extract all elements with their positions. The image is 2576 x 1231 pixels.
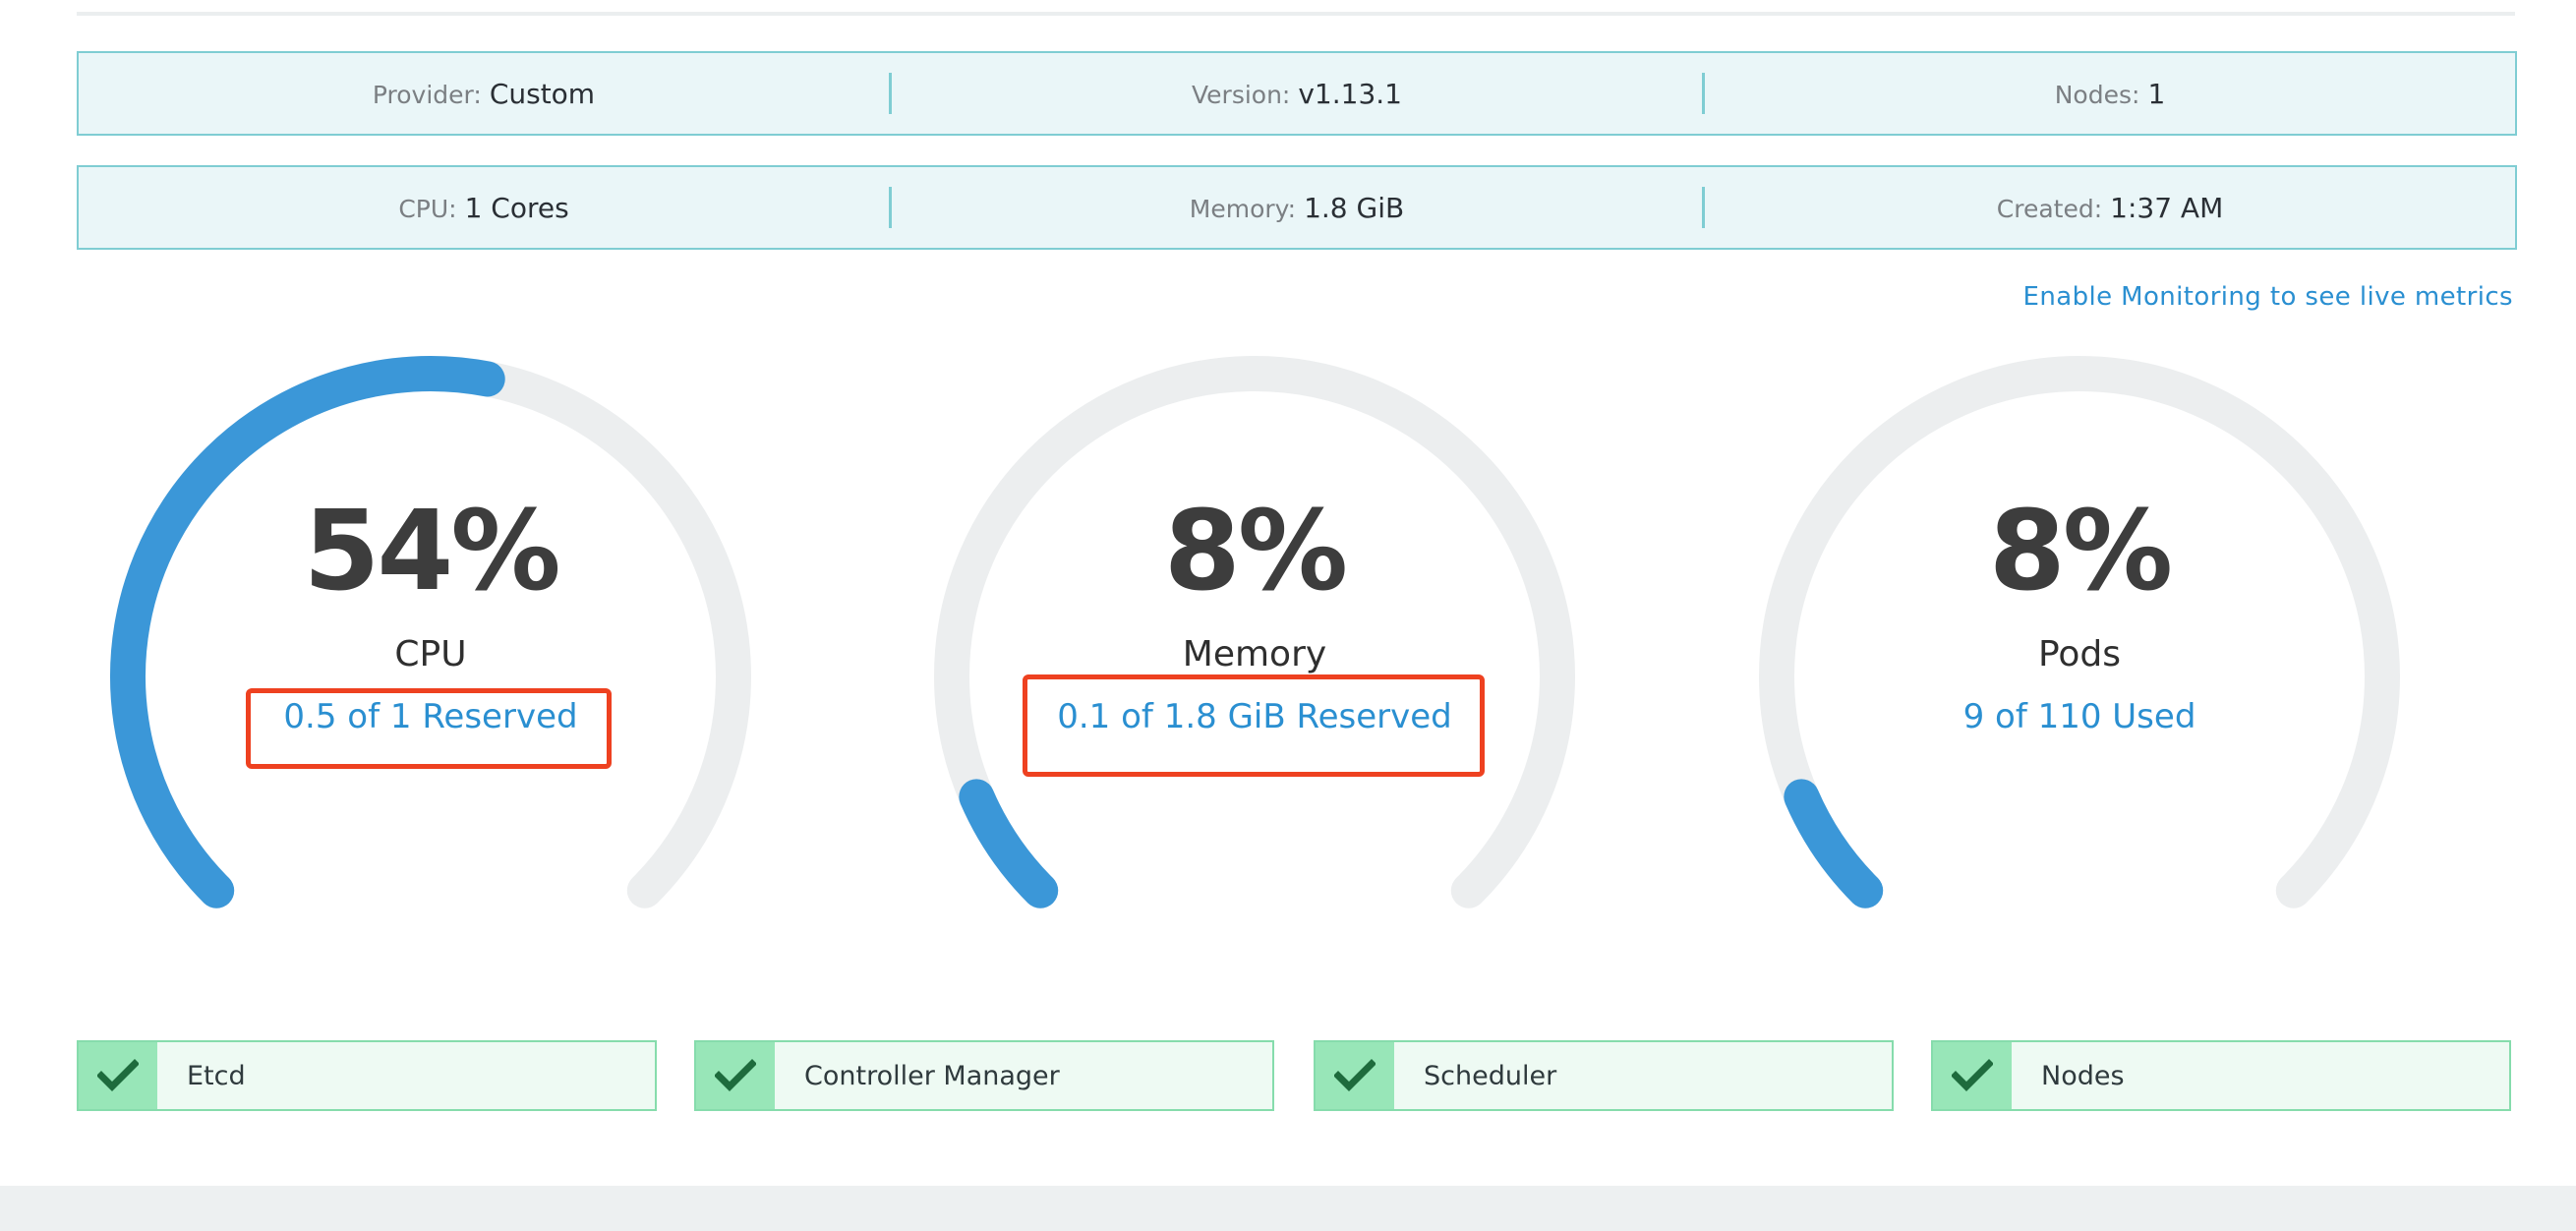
info-nodes: Nodes: 1	[1705, 78, 2515, 110]
pods-gauge: 8% Pods 9 of 110 Used	[1735, 334, 2424, 924]
info-label: CPU:	[398, 194, 457, 223]
status-card-scheduler: Scheduler	[1314, 1040, 1894, 1111]
info-value: v1.13.1	[1298, 77, 1402, 110]
pods-gauge-ring	[1759, 356, 2400, 909]
memory-gauge-ring	[934, 356, 1575, 909]
page-footer	[0, 1186, 2576, 1231]
cluster-info-bar-1: Provider: Custom Version: v1.13.1 Nodes: 1	[77, 51, 2517, 136]
status-card-etcd: Etcd	[77, 1040, 657, 1111]
info-provider: Provider: Custom	[79, 78, 889, 110]
cluster-info-bar-2: CPU: 1 Cores Memory: 1.8 GiB Created: 1:37 …	[77, 165, 2517, 250]
info-value: 1.8 GiB	[1304, 191, 1405, 224]
info-label: Version:	[1192, 80, 1291, 109]
check-icon	[696, 1042, 775, 1109]
gauge-label: Pods	[2037, 634, 2122, 674]
info-cpu: CPU: 1 Cores	[79, 192, 889, 224]
gauge-track	[934, 356, 1575, 909]
status-card-label: Controller Manager	[804, 1060, 1060, 1091]
highlight-box	[1023, 674, 1485, 777]
enable-monitoring-link[interactable]: Enable Monitoring to see live metrics	[2023, 282, 2513, 312]
gauge-fill	[1784, 779, 1884, 909]
info-value: Custom	[489, 77, 596, 110]
info-label: Memory:	[1189, 194, 1297, 223]
status-card-label: Nodes	[2041, 1060, 2125, 1091]
info-value: 1:37 AM	[2110, 191, 2224, 224]
gauge-fill	[110, 356, 505, 909]
gauge-label: CPU	[394, 634, 467, 674]
gauge-percent: 8%	[1163, 488, 1348, 616]
gauge-label: Memory	[1182, 634, 1327, 674]
status-card-label: Scheduler	[1424, 1060, 1557, 1091]
info-memory: Memory: 1.8 GiB	[892, 192, 1702, 224]
info-label: Created:	[1996, 194, 2103, 223]
info-label: Provider:	[372, 80, 482, 109]
gauge-detail: 9 of 110 Used	[1962, 697, 2196, 736]
gauge-fill	[959, 779, 1059, 909]
info-value: 1 Cores	[464, 191, 569, 224]
check-icon	[1933, 1042, 2012, 1109]
check-icon	[1316, 1042, 1394, 1109]
info-value: 1	[2147, 77, 2166, 110]
status-card-nodes: Nodes	[1931, 1040, 2511, 1111]
status-card-controller-manager: Controller Manager	[694, 1040, 1274, 1111]
cpu-gauge-ring	[110, 356, 751, 909]
highlight-box	[246, 688, 612, 769]
top-divider	[77, 12, 2515, 16]
info-created: Created: 1:37 AM	[1705, 192, 2515, 224]
check-icon	[79, 1042, 157, 1109]
info-version: Version: v1.13.1	[892, 78, 1702, 110]
status-card-label: Etcd	[187, 1060, 246, 1091]
gauge-percent: 8%	[1988, 488, 2173, 616]
gauge-track	[1759, 356, 2400, 909]
info-label: Nodes:	[2054, 80, 2140, 109]
gauge-percent: 54%	[303, 488, 560, 616]
memory-gauge: 8% Memory 0.1 of 1.8 GiB Reserved	[910, 334, 1599, 924]
cpu-gauge: 54% CPU 0.5 of 1 Reserved	[87, 334, 775, 924]
